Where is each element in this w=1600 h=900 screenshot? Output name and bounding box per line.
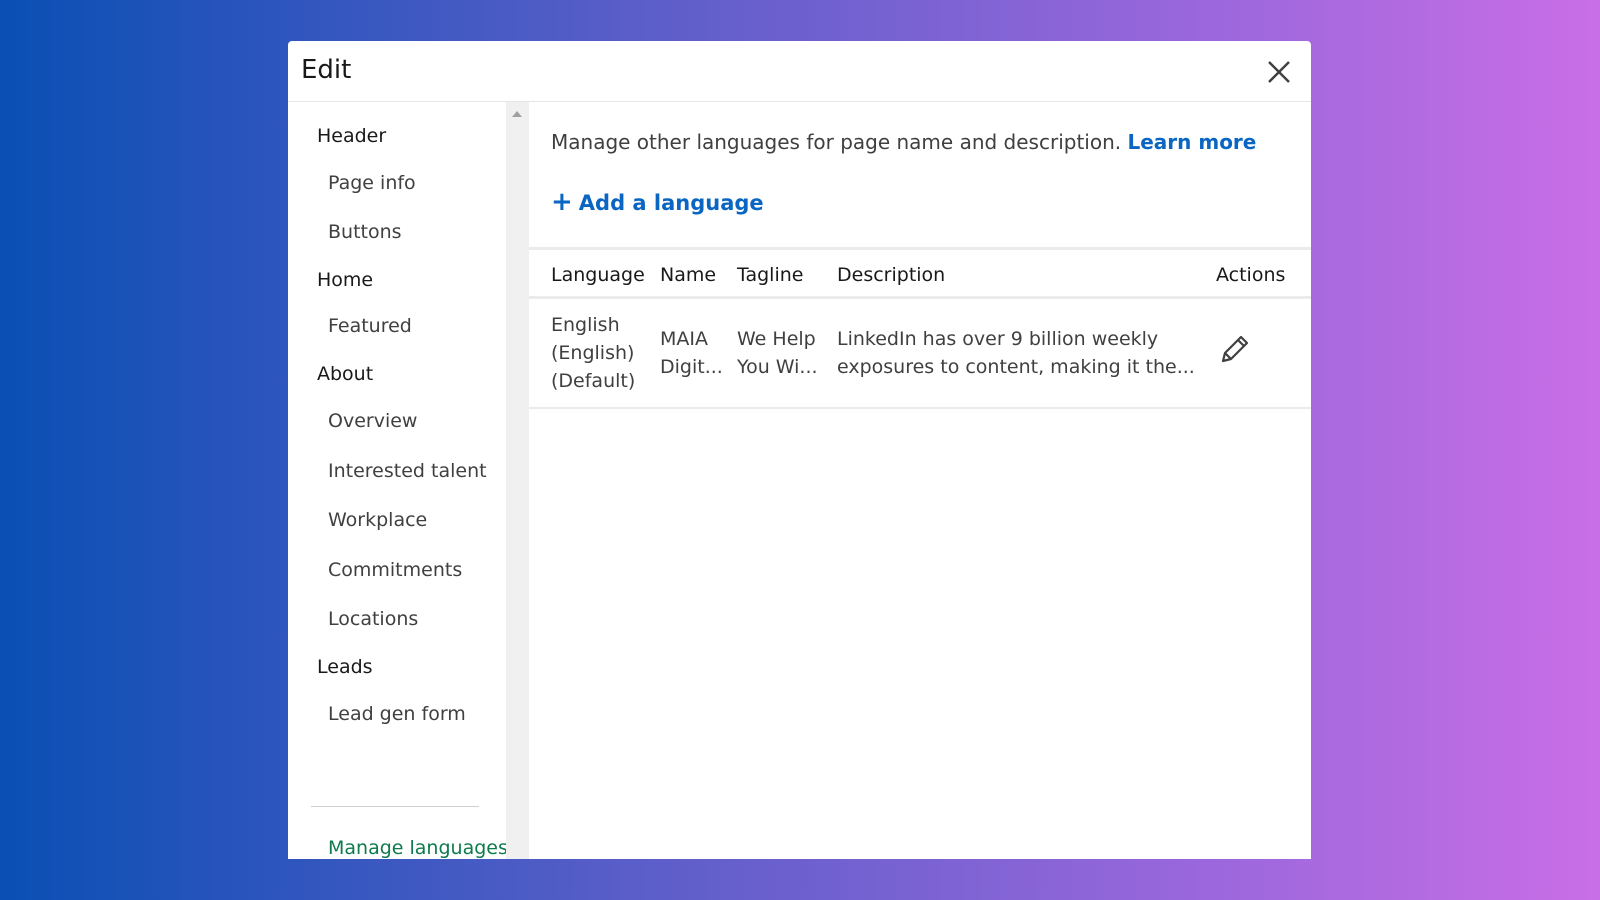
tagline-line: We Help <box>737 328 816 350</box>
edit-modal: Edit Header Page info Buttons Home Featu… <box>288 41 1311 859</box>
description-line: exposures to content, making it the... <box>837 356 1195 378</box>
sidebar-item-lead-gen-form[interactable]: Lead gen form <box>328 702 466 726</box>
sidebar-item-about[interactable]: About <box>317 362 373 386</box>
modal-header: Edit <box>288 41 1311 102</box>
language-line: English <box>551 314 620 336</box>
modal-title: Edit <box>301 55 352 85</box>
cell-language: English (English) (Default) <box>551 311 635 395</box>
column-header-name: Name <box>660 264 717 286</box>
sidebar-scrollbar[interactable] <box>506 102 529 859</box>
column-header-description: Description <box>837 264 946 286</box>
sidebar-item-home[interactable]: Home <box>317 268 373 292</box>
intro-text: Manage other languages for page name and… <box>551 128 1256 156</box>
sidebar-item-buttons[interactable]: Buttons <box>328 220 402 244</box>
sidebar-divider <box>311 806 479 807</box>
main-content: Manage other languages for page name and… <box>529 102 1311 859</box>
cell-description: LinkedIn has over 9 billion weekly expos… <box>837 325 1195 381</box>
name-line: MAIA <box>660 328 708 350</box>
edit-language-button[interactable] <box>1217 333 1251 367</box>
plus-icon: + <box>551 187 573 217</box>
table-row: English (English) (Default) MAIA Digit..… <box>529 299 1311 409</box>
sidebar-item-interested-talent[interactable]: Interested talent <box>328 459 487 483</box>
intro-description: Manage other languages for page name and… <box>551 130 1122 154</box>
sidebar-item-manage-languages[interactable]: Manage languages <box>328 836 508 859</box>
scroll-up-icon[interactable] <box>512 111 522 117</box>
language-line: (English) <box>551 342 635 364</box>
add-language-label: Add a language <box>578 191 764 215</box>
sidebar-item-leads[interactable]: Leads <box>317 655 373 679</box>
pencil-icon <box>1221 335 1249 363</box>
active-indicator <box>288 824 290 859</box>
sidebar-item-featured[interactable]: Featured <box>328 314 412 338</box>
name-line: Digit... <box>660 356 723 378</box>
cell-name: MAIA Digit... <box>660 325 723 381</box>
sidebar-item-locations[interactable]: Locations <box>328 607 418 631</box>
cell-tagline: We Help You Wi... <box>737 325 818 381</box>
add-language-button[interactable]: + Add a language <box>551 188 764 217</box>
sidebar-item-header[interactable]: Header <box>317 124 386 148</box>
tagline-line: You Wi... <box>737 356 818 378</box>
column-header-actions: Actions <box>1216 264 1286 286</box>
sidebar-item-workplace[interactable]: Workplace <box>328 508 427 532</box>
column-header-tagline: Tagline <box>737 264 804 286</box>
learn-more-link[interactable]: Learn more <box>1127 130 1256 154</box>
close-button[interactable] <box>1264 57 1294 87</box>
sidebar-item-commitments[interactable]: Commitments <box>328 558 462 582</box>
sidebar-item-page-info[interactable]: Page info <box>328 171 416 195</box>
table-header: Language Name Tagline Description Action… <box>529 247 1311 299</box>
description-line: LinkedIn has over 9 billion weekly <box>837 328 1159 350</box>
close-icon <box>1268 61 1290 83</box>
sidebar-item-overview[interactable]: Overview <box>328 409 417 433</box>
sidebar-nav: Header Page info Buttons Home Featured A… <box>288 102 508 859</box>
column-header-language: Language <box>551 264 645 286</box>
language-line: (Default) <box>551 370 636 392</box>
